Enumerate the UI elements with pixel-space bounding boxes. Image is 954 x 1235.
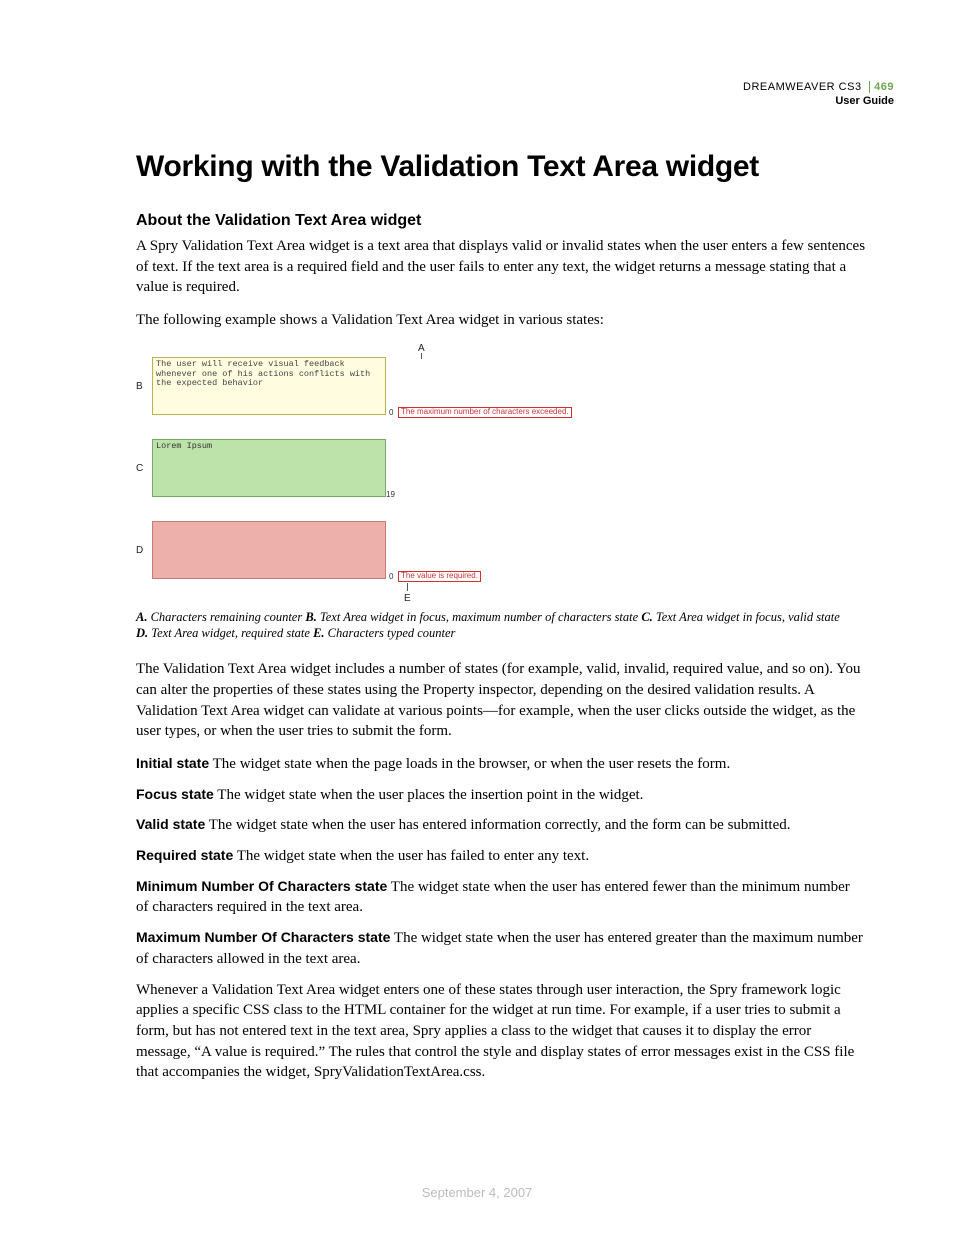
callout-letter-d: D — [136, 545, 143, 556]
state-focus: Focus state The widget state when the us… — [136, 785, 866, 806]
caption-key-d: D. — [136, 626, 148, 640]
caption-text-b: Text Area widget in focus, maximum numbe… — [317, 610, 642, 624]
page: DREAMWEAVER CS3 469 User Guide Working w… — [0, 0, 954, 1235]
guide-title: User Guide — [743, 94, 894, 108]
caption-key-b: B. — [305, 610, 316, 624]
footer-date: September 4, 2007 — [0, 1185, 954, 1200]
callout-letter-b: B — [136, 381, 143, 392]
state-required-term: Required state — [136, 847, 233, 863]
closing-paragraph: Whenever a Validation Text Area widget e… — [136, 980, 866, 1083]
state-required: Required state The widget state when the… — [136, 846, 866, 867]
example-intro: The following example shows a Validation… — [136, 310, 866, 331]
state-required-desc: The widget state when the user has faile… — [233, 848, 589, 864]
state-initial-term: Initial state — [136, 755, 209, 771]
caption-text-a: Characters remaining counter — [147, 610, 305, 624]
counter-typed-required: 0 — [389, 572, 393, 581]
states-list: Initial state The widget state when the … — [136, 754, 866, 970]
page-header: DREAMWEAVER CS3 469 User Guide — [743, 80, 894, 109]
state-valid: Valid state The widget state when the us… — [136, 815, 866, 836]
callout-letter-c: C — [136, 463, 143, 474]
caption-text-e: Characters typed counter — [325, 626, 456, 640]
callout-tick-e — [407, 583, 408, 591]
state-focus-term: Focus state — [136, 786, 214, 802]
caption-text-c: Text Area widget in focus, valid state — [653, 610, 840, 624]
figure-caption: A. Characters remaining counter B. Text … — [136, 609, 866, 642]
section-heading: About the Validation Text Area widget — [136, 212, 866, 230]
textarea-focus-maxchars: The user will receive visual feedback wh… — [152, 357, 386, 415]
intro-paragraph: A Spry Validation Text Area widget is a … — [136, 236, 866, 298]
state-valid-term: Valid state — [136, 816, 205, 832]
counter-remaining: 0 — [389, 408, 393, 417]
error-max-chars: The maximum number of characters exceede… — [398, 407, 572, 418]
page-title: Working with the Validation Text Area wi… — [136, 150, 866, 184]
caption-text-d: Text Area widget, required state — [148, 626, 313, 640]
state-initial-desc: The widget state when the page loads in … — [209, 756, 730, 772]
counter-typed-valid: 19 — [386, 490, 395, 499]
state-max-term: Maximum Number Of Characters state — [136, 929, 390, 945]
error-required: The value is required. — [398, 571, 481, 582]
state-initial: Initial state The widget state when the … — [136, 754, 866, 775]
product-name: DREAMWEAVER CS3 — [743, 81, 862, 93]
state-focus-desc: The widget state when the user places th… — [214, 787, 644, 803]
caption-key-e: E. — [313, 626, 324, 640]
textarea-required — [152, 521, 386, 579]
state-min: Minimum Number Of Characters state The w… — [136, 877, 866, 918]
state-min-term: Minimum Number Of Characters state — [136, 878, 387, 894]
state-max: Maximum Number Of Characters state The w… — [136, 928, 866, 969]
page-number: 469 — [869, 81, 894, 93]
textarea-valid: Lorem Ipsum — [152, 439, 386, 497]
callout-tick-a — [421, 353, 422, 359]
after-figure-paragraph: The Validation Text Area widget includes… — [136, 659, 866, 742]
caption-key-a: A. — [136, 610, 147, 624]
caption-key-c: C. — [641, 610, 652, 624]
state-valid-desc: The widget state when the user has enter… — [205, 817, 790, 833]
widget-states-figure: A The user will receive visual feedback … — [136, 343, 566, 603]
callout-letter-e: E — [404, 593, 411, 604]
